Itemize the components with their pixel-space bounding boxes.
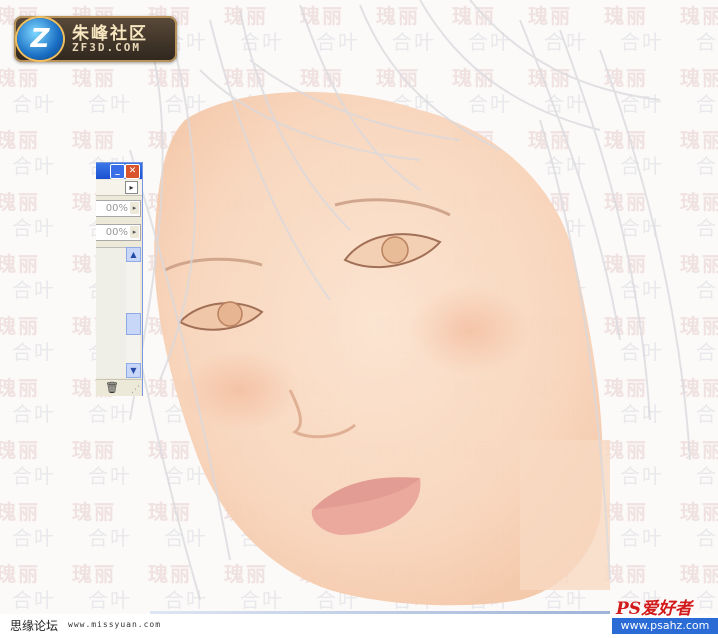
scroll-down-icon[interactable]: ▼ — [126, 363, 141, 378]
layers-list[interactable] — [96, 247, 126, 378]
layers-palette: _ ✕ ▸ 00% ▸ 00% ▸ ▲ ▼ 🗑 ⋰ — [96, 162, 143, 396]
left-iris — [217, 301, 243, 327]
palette-menu-arrow-icon[interactable]: ▸ — [125, 181, 138, 194]
layers-scrollbar[interactable]: ▲ ▼ — [126, 247, 141, 378]
scroll-up-icon[interactable]: ▲ — [126, 247, 141, 262]
palette-menu-bar: ▸ — [96, 180, 142, 196]
opacity-field[interactable]: 00% ▸ — [96, 200, 141, 217]
resize-grip-icon[interactable]: ⋰ — [131, 385, 140, 395]
fill-dropdown-arrow-icon[interactable]: ▸ — [130, 226, 139, 238]
footer-bar: 思缘论坛 www.missyuan.com — [0, 611, 718, 638]
zf3d-logo: Z 朱峰社区 ZF3D.COM — [14, 16, 177, 62]
opacity-value: 00% — [105, 203, 128, 214]
logo-subtitle: ZF3D.COM — [72, 41, 141, 54]
fill-field[interactable]: 00% ▸ — [96, 224, 141, 241]
close-icon[interactable]: ✕ — [125, 164, 140, 179]
scroll-thumb[interactable] — [126, 313, 141, 335]
palette-titlebar[interactable]: _ ✕ — [96, 163, 142, 179]
fill-value: 00% — [105, 227, 128, 238]
trash-icon[interactable]: 🗑 — [105, 381, 119, 394]
opacity-dropdown-arrow-icon[interactable]: ▸ — [130, 202, 139, 214]
neck-shape — [520, 440, 610, 590]
forum-name: 思缘论坛 — [10, 619, 59, 633]
right-iris — [381, 236, 409, 264]
psahz-name: PS爱好者 — [616, 599, 693, 619]
psahz-url[interactable]: www.psahz.com — [612, 618, 718, 634]
zf3d-logo-icon: Z — [17, 18, 63, 60]
psahz-badge: PS爱好者 www.psahz.com — [612, 594, 718, 638]
minimize-icon[interactable]: _ — [110, 164, 125, 179]
footer-divider — [150, 611, 610, 614]
palette-footer: 🗑 ⋰ — [96, 379, 142, 396]
forum-url[interactable]: www.missyuan.com — [68, 620, 161, 629]
